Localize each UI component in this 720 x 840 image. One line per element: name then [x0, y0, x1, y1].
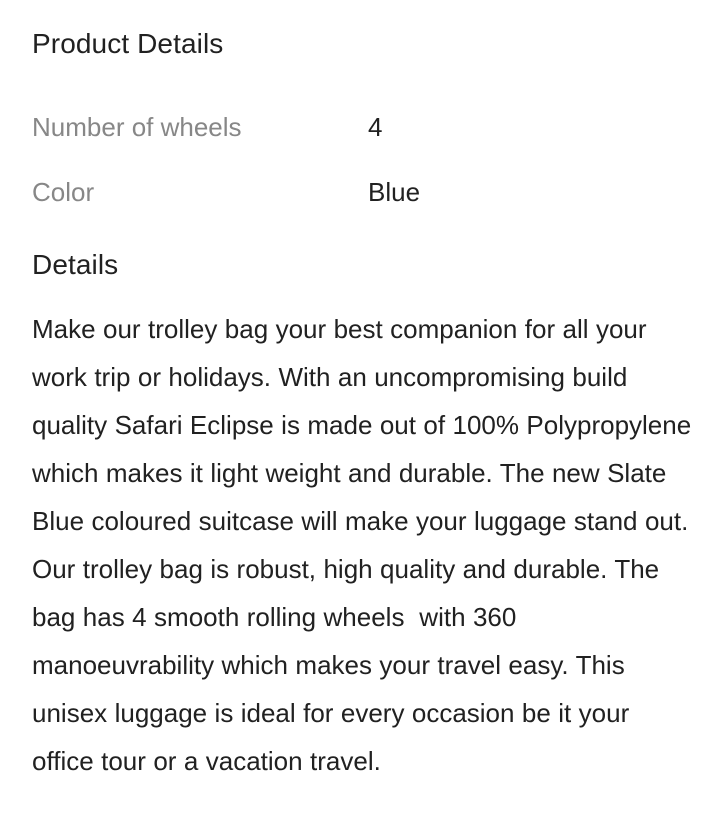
spec-row-color: Color Blue	[32, 175, 688, 209]
spec-label-color: Color	[32, 177, 95, 207]
spec-value-number-of-wheels: 4	[368, 112, 383, 142]
spec-row-number-of-wheels: Number of wheels 4	[32, 110, 688, 144]
product-details-heading: Product Details	[32, 28, 224, 59]
product-description: Make our trolley bag your best companion…	[32, 314, 699, 776]
spec-label-number-of-wheels: Number of wheels	[32, 112, 242, 142]
spec-value-color: Blue	[368, 177, 421, 207]
product-details-page: Product Details Number of wheels 4 Color…	[0, 0, 720, 840]
details-heading: Details	[32, 249, 119, 280]
